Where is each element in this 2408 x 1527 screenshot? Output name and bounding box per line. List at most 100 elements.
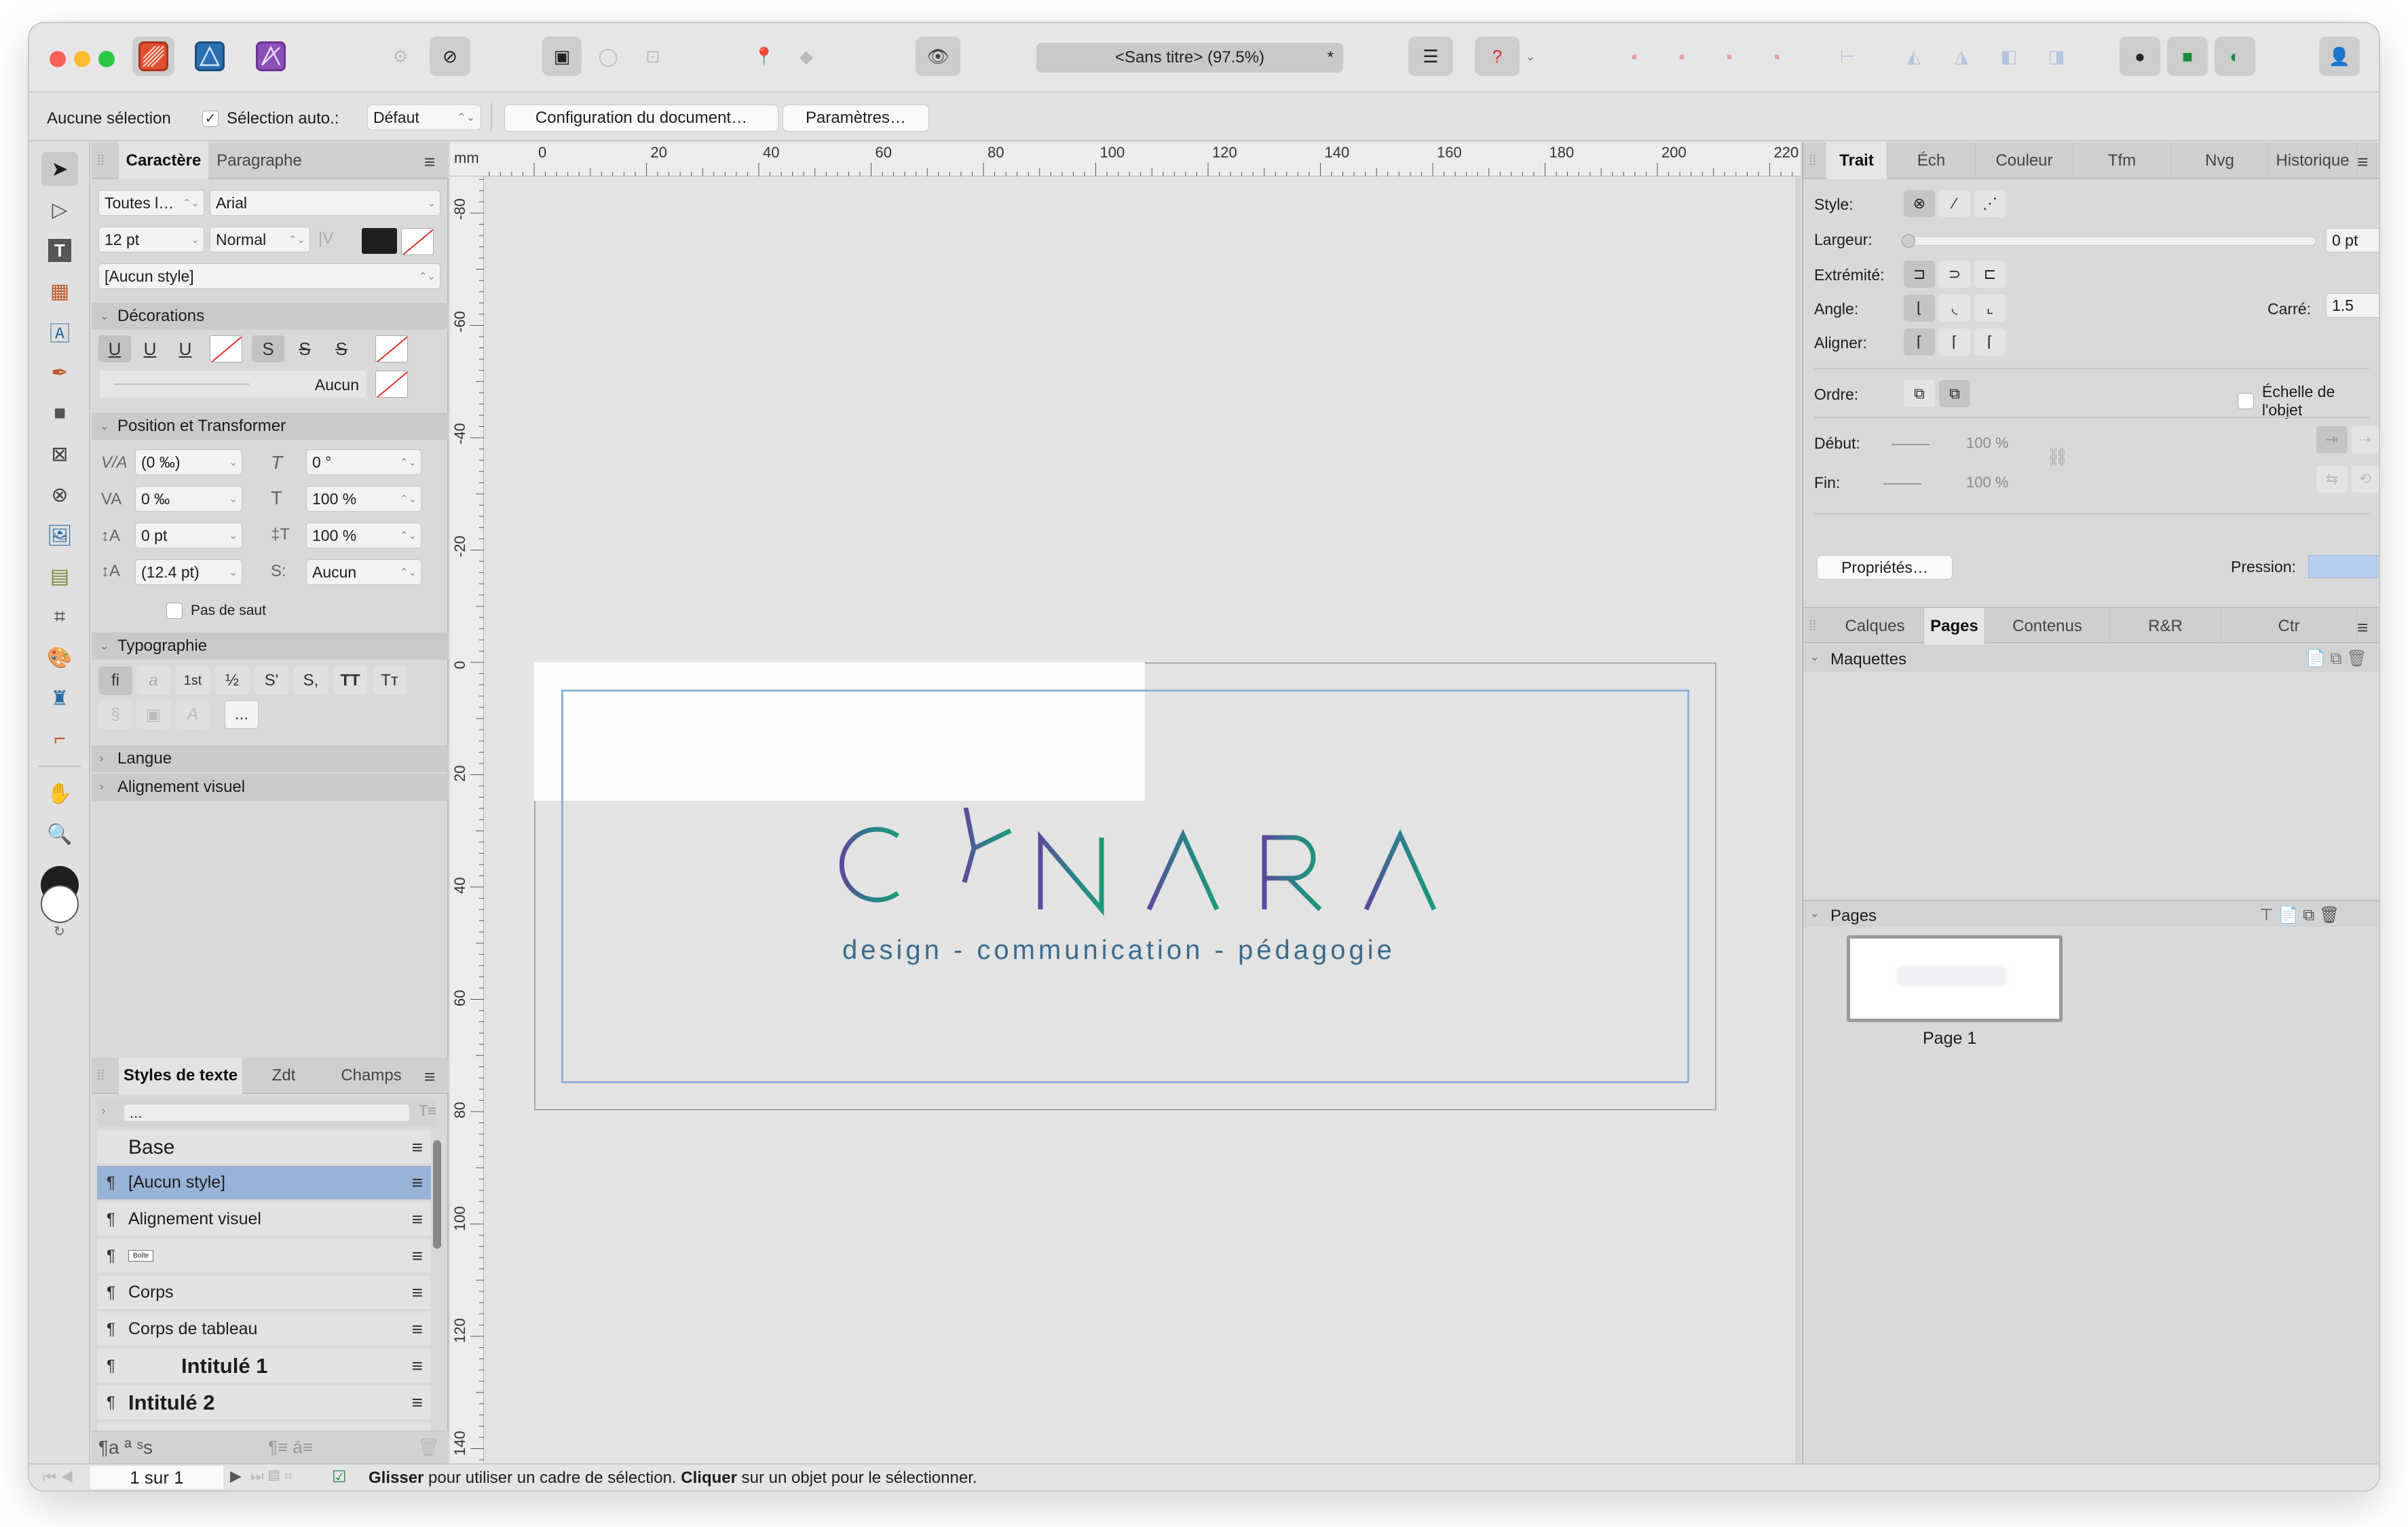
tab-stroke[interactable]: Trait — [1826, 143, 1887, 179]
style-menu-icon[interactable]: ≡ — [412, 1392, 423, 1414]
arrange-front-icon[interactable]: ▪ — [1617, 37, 1651, 76]
font-collection-select[interactable]: Toutes l… ⌃⌄ — [98, 190, 204, 216]
tab-transform[interactable]: Tfm — [2073, 143, 2171, 179]
tab-swatches[interactable]: Éch — [1887, 143, 1976, 179]
align-outside-stroke-button[interactable]: ⌈ — [1974, 328, 2006, 356]
decoration-fill-swatch[interactable] — [375, 371, 408, 398]
swap-colors-icon[interactable]: ↻ — [54, 923, 65, 940]
page-1-thumbnail[interactable] — [1847, 935, 2063, 1022]
color-picker-tool-icon[interactable]: ⌐ — [41, 722, 78, 756]
arrow-outside-button[interactable]: ⇢ — [2352, 426, 2379, 453]
tab-history[interactable]: Historique — [2269, 143, 2357, 179]
square-cap-button[interactable]: ⊏ — [1974, 261, 2006, 288]
table-tool-icon[interactable]: ▦ — [41, 274, 78, 308]
visual-alignment-header[interactable]: › Alignement visuel — [92, 774, 449, 801]
style-menu-icon[interactable]: ≡ — [412, 1319, 423, 1340]
style-menu-icon[interactable]: ≡ — [412, 1172, 423, 1194]
auto-select-toggle[interactable]: ✓ Sélection auto.: — [202, 106, 339, 132]
stroke-width-field[interactable]: 0 pt — [2326, 228, 2379, 252]
decorations-header[interactable]: ⌄ Décorations — [92, 303, 449, 330]
more-typography-button[interactable]: ... — [225, 700, 259, 729]
bleed-icon[interactable]: ⊡ — [635, 37, 671, 76]
scale-with-object-option[interactable]: Échelle de l'objet — [2238, 383, 2379, 419]
style-filter-input[interactable]: ... — [124, 1105, 409, 1121]
preferences-button[interactable]: Paramètres… — [783, 105, 929, 132]
text-fill-color-swatch[interactable] — [362, 228, 397, 254]
frame-text-tool-icon[interactable]: T — [41, 233, 78, 267]
paragraph-style-select[interactable]: [Aucun style] ⌃⌄ — [98, 263, 440, 289]
tab-character[interactable]: Caractère — [119, 143, 208, 179]
hide-icon[interactable]: 👁 — [916, 37, 960, 76]
text-wrap-icon[interactable]: ☰ — [1408, 37, 1453, 76]
tab-fields[interactable]: Champs — [325, 1057, 417, 1094]
tab-find-replace[interactable]: R&R — [2110, 608, 2221, 645]
rotate-left-icon[interactable]: ◧ — [1992, 37, 2026, 76]
publisher-persona-button[interactable] — [132, 37, 174, 76]
bevel-join-button[interactable]: ⌞ — [1974, 295, 2006, 322]
underline-button[interactable]: U — [98, 335, 131, 362]
miter-field[interactable]: 1.5 — [2326, 293, 2379, 318]
arrow-start-scale[interactable]: 100 % — [1966, 434, 2008, 452]
auto-select-dropdown[interactable]: Défaut ⌃⌄ — [367, 105, 481, 130]
masters-header[interactable]: ⌄ Maquettes 📄 ⧉ 🗑 — [1803, 645, 2379, 672]
fill-tool-icon[interactable]: 🎨 — [41, 641, 78, 675]
tab-pages[interactable]: Pages — [1924, 608, 1985, 645]
align-icon[interactable]: ⊢ — [1830, 37, 1864, 76]
tab-navigator[interactable]: Nvg — [2171, 143, 2269, 179]
align-inside-stroke-button[interactable]: ⌈ — [1939, 328, 1970, 356]
logo-tagline[interactable]: design - communication - pédagogie — [842, 935, 1440, 966]
all-caps-button[interactable]: TT — [333, 666, 367, 695]
style-row-visual-alignment[interactable]: ¶ Alignement visuel ≡ — [97, 1203, 431, 1237]
first-page-icon[interactable]: ⏮ ◀ — [43, 1469, 74, 1486]
arrange-back-icon[interactable]: ▪ — [1712, 37, 1746, 76]
butt-cap-button[interactable]: ⊐ — [1904, 261, 1935, 288]
round-join-button[interactable]: ◟ — [1939, 295, 1970, 322]
tab-contents[interactable]: Contenus — [1985, 608, 2110, 645]
arrange-backward-icon[interactable]: ▪ — [1760, 37, 1794, 76]
tab-constraints[interactable]: Ctr — [2221, 608, 2357, 645]
tab-text-styles[interactable]: Styles de texte — [119, 1057, 242, 1094]
page-number-field[interactable]: 1 sur 1 — [90, 1466, 223, 1489]
tracking-field[interactable]: 0 ‰ ⌄ — [135, 486, 242, 512]
font-style-select[interactable]: Normal ⌃⌄ — [210, 227, 310, 252]
snap-icon[interactable]: ⊘ — [430, 37, 470, 76]
artistic-text-tool-icon[interactable]: 🄰 — [41, 315, 78, 349]
text-stroke-select[interactable]: Aucun ⌃⌄ — [306, 559, 421, 585]
page-actions-icon[interactable]: ⊤ 📄 ⧉ 🗑 — [2259, 905, 2339, 925]
canvas-area[interactable]: mm 0 20 40 60 80 100 120 140 160 180 200 220 -80 -60… — [450, 143, 1801, 1463]
underline-custom-button[interactable]: U — [169, 335, 202, 362]
panel-menu-icon[interactable]: ≡ — [2357, 617, 2368, 639]
double-underline-button[interactable]: U — [134, 335, 166, 362]
shear-field[interactable]: 0 ° ⌃⌄ — [306, 449, 421, 475]
reset-arrows-button[interactable]: ⟲ — [2352, 466, 2379, 493]
zoom-tool-icon[interactable]: 🔍 — [41, 817, 78, 851]
cynara-logo[interactable] — [830, 808, 1441, 923]
next-page-icon[interactable]: ▶ — [230, 1467, 242, 1485]
arrow-end-preview[interactable] — [1883, 483, 1921, 485]
view-mode-icon[interactable]: ▣ — [542, 37, 582, 76]
document-setup-button[interactable]: Configuration du document… — [504, 105, 778, 132]
master-actions-icon[interactable]: 📄 ⧉ 🗑 — [2306, 649, 2367, 668]
place-image-tool-icon[interactable]: 🖼 — [41, 519, 78, 552]
style-menu-icon[interactable]: ≡ — [412, 1245, 423, 1267]
panel-menu-icon[interactable]: ≡ — [424, 1066, 435, 1088]
vscale-field[interactable]: 100 % ⌃⌄ — [306, 523, 421, 548]
account-icon[interactable]: 👤 — [2319, 37, 2360, 76]
anchor-icon[interactable]: ◆ — [789, 37, 823, 76]
hscale-field[interactable]: 100 % ⌃⌄ — [306, 486, 421, 512]
alternates-button[interactable]: A — [176, 700, 210, 729]
panel-menu-icon[interactable]: ≡ — [2357, 151, 2368, 173]
style-row-base[interactable]: Base ≡ — [97, 1131, 431, 1165]
picture-frame-tool-icon[interactable]: ⊠ — [41, 437, 78, 471]
rotate-right-icon[interactable]: ◨ — [2039, 37, 2073, 76]
tab-text-frames[interactable]: Zdt — [242, 1057, 325, 1094]
style-menu-icon[interactable]: ≡ — [412, 1355, 423, 1377]
style-row-box[interactable]: ¶ Boîte ≡ — [97, 1239, 431, 1273]
style-actions-icon[interactable]: ¶≡ ā≡ — [268, 1437, 313, 1458]
subscript-button[interactable]: S, — [294, 666, 328, 695]
style-row-heading-1[interactable]: ¶ Intitulé 1 ≡ — [97, 1349, 431, 1383]
style-menu-icon[interactable]: ≡ — [412, 1282, 423, 1304]
fill-color-swatch[interactable] — [41, 885, 79, 923]
round-cap-button[interactable]: ⊃ — [1939, 261, 1970, 288]
tab-layers[interactable]: Calques — [1826, 608, 1924, 645]
